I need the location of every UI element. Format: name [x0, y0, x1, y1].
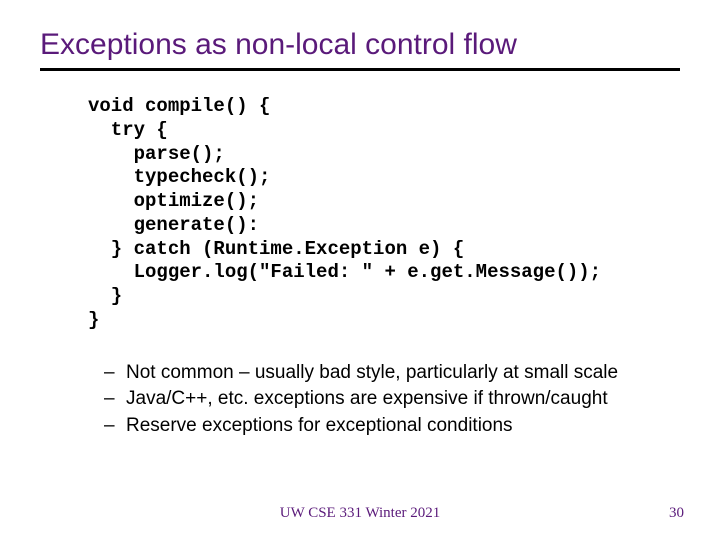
footer-text: UW CSE 331 Winter 2021	[0, 505, 720, 522]
code-line: try {	[88, 119, 168, 141]
page-number: 30	[669, 505, 684, 522]
bullet-item: Java/C++, etc. exceptions are expensive …	[104, 387, 680, 412]
code-line: typecheck();	[88, 166, 270, 188]
code-line: } catch (Runtime.Exception e) {	[88, 238, 464, 260]
code-line: generate():	[88, 214, 259, 236]
bullet-item: Reserve exceptions for exceptional condi…	[104, 414, 680, 439]
code-line: void compile() {	[88, 95, 270, 117]
code-line: parse();	[88, 143, 225, 165]
title-rule	[40, 68, 680, 71]
slide: Exceptions as non-local control flow voi…	[0, 0, 720, 540]
code-line: Logger.log("Failed: " + e.get.Message())…	[88, 261, 601, 283]
code-line: }	[88, 309, 99, 331]
bullet-list: Not common – usually bad style, particul…	[104, 361, 680, 439]
code-line: }	[88, 285, 122, 307]
bullet-item: Not common – usually bad style, particul…	[104, 361, 680, 386]
slide-title: Exceptions as non-local control flow	[40, 28, 680, 62]
code-line: optimize();	[88, 190, 259, 212]
code-block: void compile() { try { parse(); typechec…	[88, 95, 680, 333]
